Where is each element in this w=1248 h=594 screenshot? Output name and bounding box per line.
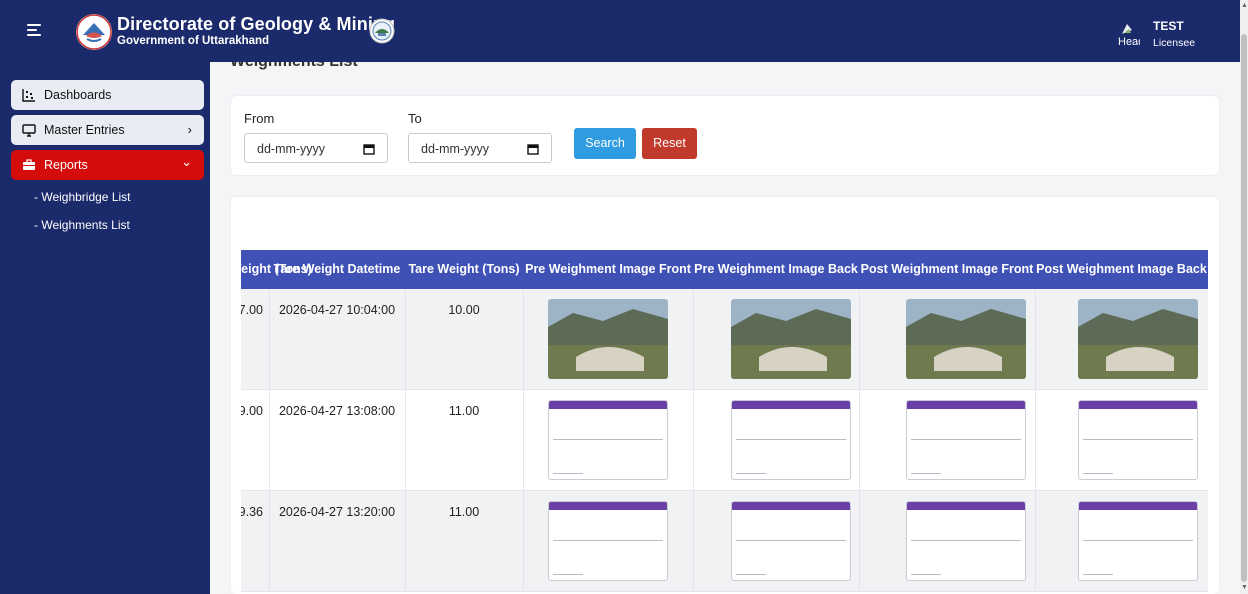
sidebar-item-label: Dashboards: [44, 88, 112, 102]
from-date-value: dd-mm-yyyy: [257, 142, 326, 156]
reset-button[interactable]: Reset: [642, 128, 697, 159]
dashboard-icon: [22, 88, 36, 102]
calendar-icon[interactable]: [363, 142, 375, 155]
monitor-icon: [22, 123, 36, 137]
tare-datetime-cell: 2026-04-27 13:20:00: [278, 505, 396, 519]
chevron-right-icon: ›: [187, 122, 192, 137]
pre-image-front-thumbnail[interactable]: [548, 299, 668, 379]
column-header: Tare Weight (Tons): [408, 262, 520, 276]
sidebar-item-master-entries[interactable]: Master Entries ›: [11, 115, 204, 145]
sidebar-item-label: Master Entries: [44, 123, 125, 137]
sidebar-item-dashboards[interactable]: Dashboards: [11, 80, 204, 110]
avatar-alt-text: Head: [1118, 36, 1140, 48]
column-header: Pre Weighment Image Back: [694, 262, 858, 276]
sidebar-item-label: Reports: [44, 158, 88, 172]
menu-toggle-icon[interactable]: [27, 24, 41, 36]
uttarakhand-logo: [76, 14, 112, 50]
tare-weight-cell: 11.00: [448, 505, 480, 519]
page-scrollbar[interactable]: ▲ ▼: [1240, 0, 1248, 594]
column-header: Pre Weighment Image Front: [525, 262, 691, 276]
tare-weight-cell: 10.00: [448, 303, 480, 317]
chevron-down-icon: ⌄: [181, 154, 192, 169]
user-name[interactable]: TEST: [1153, 19, 1184, 33]
post-image-back-thumbnail[interactable]: [1078, 400, 1198, 480]
app-subtitle: Government of Uttarakhand: [117, 35, 270, 47]
page-title: Weighments List: [230, 62, 358, 71]
pre-image-back-thumbnail[interactable]: [731, 400, 851, 480]
pre-image-back-thumbnail[interactable]: [731, 501, 851, 581]
sidebar: Dashboards Master Entries › Reports ⌄ - …: [0, 62, 210, 594]
filter-card: From dd-mm-yyyy To dd-mm-yyyy Search Res…: [230, 95, 1220, 176]
table-row: 29.36 2026-04-27 13:20:00 11.00: [241, 491, 1208, 592]
calendar-icon[interactable]: [527, 142, 539, 155]
weighments-table: Gross Weight (Tons) Tare Weight Datetime…: [241, 250, 1208, 594]
column-header: Tare Weight Datetime: [273, 262, 401, 276]
briefcase-icon: [22, 158, 36, 172]
search-button[interactable]: Search: [574, 128, 636, 159]
table-row: 29.00 2026-04-27 13:08:00 11.00: [241, 390, 1208, 491]
sidebar-subitem-weighments-list[interactable]: - Weighments List: [34, 218, 130, 232]
pre-image-front-thumbnail[interactable]: [548, 501, 668, 581]
user-role: Licensee: [1153, 37, 1196, 49]
tare-datetime-cell: 2026-04-27 13:08:00: [278, 404, 396, 418]
to-date-value: dd-mm-yyyy: [421, 142, 490, 156]
gross-weight-cell: 29.36: [241, 505, 263, 519]
to-label: To: [408, 111, 422, 126]
pre-image-back-thumbnail[interactable]: [731, 299, 851, 379]
from-date-input[interactable]: dd-mm-yyyy: [244, 133, 388, 163]
column-header: Post Weighment Image Front: [860, 262, 1034, 276]
page-heading-area: Weighments List: [210, 62, 1240, 72]
scrollbar-thumb[interactable]: [1241, 34, 1247, 582]
gross-weight-cell: 29.00: [241, 404, 263, 418]
pre-image-front-thumbnail[interactable]: [548, 400, 668, 480]
tare-weight-cell: 11.00: [448, 404, 480, 418]
post-image-back-thumbnail[interactable]: [1078, 501, 1198, 581]
app-title: Directorate of Geology & Mining: [117, 14, 396, 34]
post-image-back-thumbnail[interactable]: [1078, 299, 1198, 379]
table-header: Gross Weight (Tons) Tare Weight Datetime…: [241, 250, 1208, 289]
seal-logo: [369, 18, 395, 44]
column-header: Post Weighment Image Back: [1036, 262, 1207, 276]
post-image-front-thumbnail[interactable]: [906, 501, 1026, 581]
post-image-front-thumbnail[interactable]: [906, 400, 1026, 480]
tare-datetime-cell: 2026-04-27 10:04:00: [278, 303, 396, 317]
to-date-input[interactable]: dd-mm-yyyy: [408, 133, 552, 163]
sidebar-item-reports[interactable]: Reports ⌄: [11, 150, 204, 180]
from-label: From: [244, 111, 275, 126]
table-row: 27.00 2026-04-27 10:04:00 10.00: [241, 289, 1208, 390]
sidebar-subitem-weighbridge-list[interactable]: - Weighbridge List: [34, 190, 131, 204]
post-image-front-thumbnail[interactable]: [906, 299, 1026, 379]
top-navbar: Directorate of Geology & Mining Governme…: [0, 0, 1240, 62]
scroll-up-icon[interactable]: ▲: [1241, 2, 1248, 9]
gross-weight-cell: 27.00: [241, 303, 263, 317]
scroll-down-icon[interactable]: ▼: [1241, 584, 1248, 591]
column-header: Gross Weight (Tons): [241, 262, 312, 276]
